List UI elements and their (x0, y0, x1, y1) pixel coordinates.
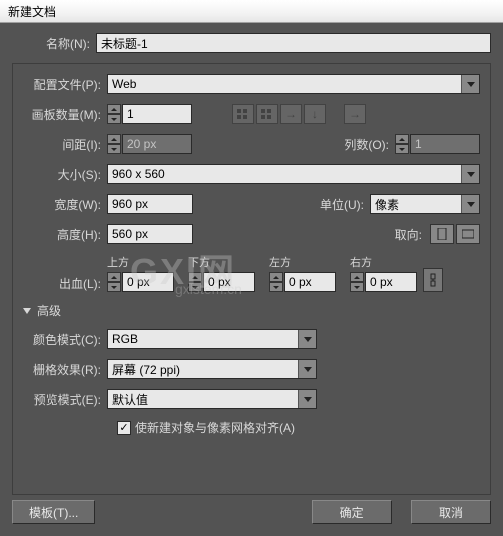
grid-by-col-icon (256, 104, 278, 124)
arrange-down-icon: ↓ (304, 104, 326, 124)
advanced-toggle[interactable]: 高级 (23, 302, 480, 319)
raster-label: 栅格效果(R): (23, 361, 107, 378)
name-input[interactable] (96, 33, 491, 53)
bleed-bottom-label: 下方 (188, 254, 255, 270)
height-label: 高度(H): (23, 226, 107, 243)
width-label: 宽度(W): (23, 196, 107, 213)
orient-label: 取向: (382, 226, 428, 243)
bleed-top-stepper[interactable] (107, 272, 121, 292)
triangle-down-icon (23, 308, 31, 314)
bleed-right-stepper[interactable] (350, 272, 364, 292)
cancel-button[interactable]: 取消 (411, 500, 491, 524)
chevron-down-icon (298, 390, 316, 408)
arrange-single-icon: → (344, 104, 366, 124)
align-grid-checkbox[interactable]: ✓ (117, 421, 131, 435)
bleed-bottom-input[interactable] (203, 272, 255, 292)
bleed-right-label: 右方 (350, 254, 417, 270)
name-label: 名称(N): (12, 35, 96, 52)
raster-select[interactable]: 屏幕 (72 ppi) (107, 359, 317, 379)
template-button[interactable]: 模板(T)... (12, 500, 95, 524)
chevron-down-icon (461, 195, 479, 213)
columns-label: 列数(O): (335, 136, 395, 153)
ok-button[interactable]: 确定 (312, 500, 392, 524)
bleed-right-input[interactable] (365, 272, 417, 292)
grid-by-row-icon (232, 104, 254, 124)
profile-label: 配置文件(P): (23, 76, 107, 93)
bleed-left-input[interactable] (284, 272, 336, 292)
chevron-down-icon (298, 360, 316, 378)
titlebar: 新建文档 (0, 0, 503, 23)
columns-stepper (395, 134, 409, 154)
bleed-left-stepper[interactable] (269, 272, 283, 292)
chevron-down-icon (461, 75, 479, 93)
link-bleed-icon[interactable] (423, 268, 443, 292)
chevron-down-icon (461, 165, 479, 183)
unit-label: 单位(U): (310, 196, 370, 213)
height-input[interactable] (107, 224, 193, 244)
colormode-select[interactable]: RGB (107, 329, 317, 349)
bleed-label: 出血(L): (23, 275, 107, 292)
preview-label: 预览模式(E): (23, 391, 107, 408)
chevron-down-icon (298, 330, 316, 348)
artboards-input[interactable] (122, 104, 192, 124)
size-select[interactable]: 960 x 560 (107, 164, 480, 184)
bleed-bottom-stepper[interactable] (188, 272, 202, 292)
new-document-dialog: 新建文档 名称(N): 配置文件(P): Web 画板数量(M): (0, 0, 503, 536)
align-grid-label: 使新建对象与像素网格对齐(A) (135, 419, 295, 436)
artboards-label: 画板数量(M): (23, 106, 107, 123)
preview-select[interactable]: 默认值 (107, 389, 317, 409)
columns-input (410, 134, 480, 154)
main-panel: 配置文件(P): Web 画板数量(M): → ↓ → 间距(I): (12, 63, 491, 495)
width-input[interactable] (107, 194, 193, 214)
size-label: 大小(S): (23, 166, 107, 183)
colormode-label: 颜色模式(C): (23, 331, 107, 348)
bleed-top-input[interactable] (122, 272, 174, 292)
artboards-stepper[interactable] (107, 104, 121, 124)
bleed-left-label: 左方 (269, 254, 336, 270)
arrange-right-icon: → (280, 104, 302, 124)
bleed-top-label: 上方 (107, 254, 174, 270)
spacing-stepper (107, 134, 121, 154)
spacing-label: 间距(I): (23, 136, 107, 153)
spacing-input (122, 134, 192, 154)
orient-portrait-button[interactable] (430, 224, 454, 244)
unit-select[interactable]: 像素 (370, 194, 480, 214)
profile-select[interactable]: Web (107, 74, 480, 94)
window-title: 新建文档 (8, 5, 56, 19)
orient-landscape-button[interactable] (456, 224, 480, 244)
dialog-body: 名称(N): 配置文件(P): Web 画板数量(M): → ↓ (0, 23, 503, 536)
